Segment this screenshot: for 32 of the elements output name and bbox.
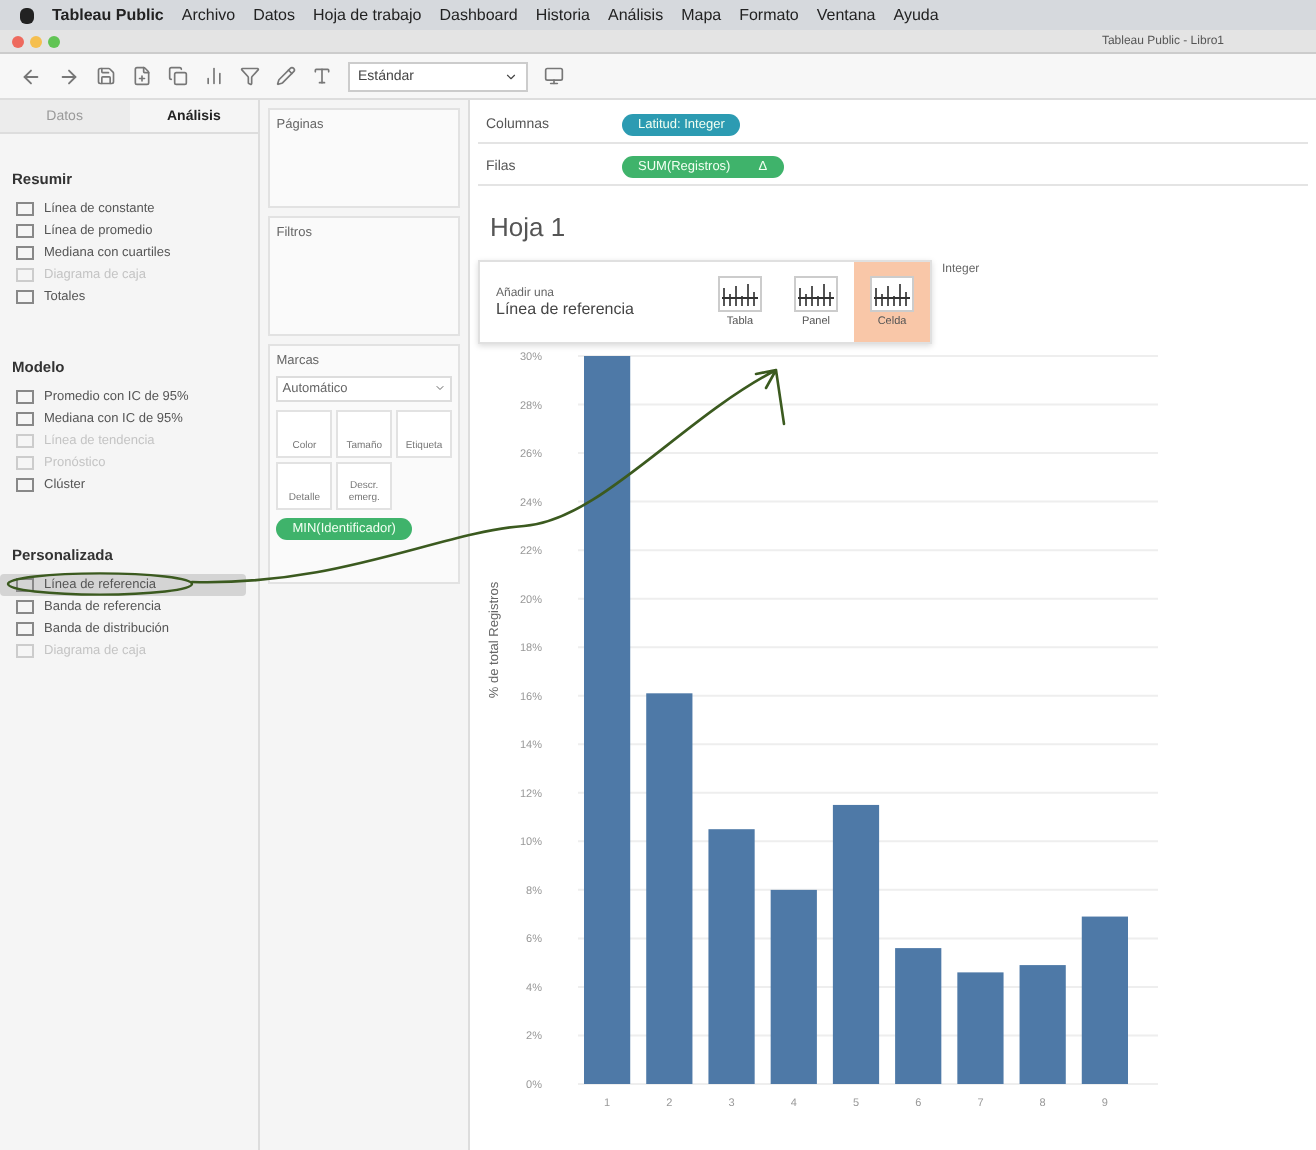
new-sheet-icon[interactable] — [132, 66, 152, 86]
bar-chart-icon — [870, 276, 914, 312]
sheet-title: Hoja 1 — [488, 210, 568, 246]
monitor-icon[interactable] — [544, 66, 564, 86]
menu-item[interactable]: Formato — [739, 6, 799, 24]
chevron-down-icon — [504, 69, 518, 83]
save-icon[interactable] — [96, 66, 116, 86]
close-icon[interactable] — [12, 35, 24, 47]
menu-item[interactable]: Ayuda — [893, 6, 939, 24]
bar-chart-icon[interactable] — [204, 66, 224, 86]
menu-item[interactable]: Datos — [253, 6, 295, 24]
bar — [1019, 965, 1066, 1084]
menu-item[interactable]: Análisis — [608, 6, 664, 24]
chevron-down-icon — [434, 382, 446, 394]
filter-icon[interactable] — [240, 66, 260, 86]
menu-item[interactable]: Archivo — [181, 6, 236, 24]
text-icon[interactable] — [312, 66, 332, 86]
back-icon[interactable] — [20, 65, 42, 87]
app-menu[interactable]: Tableau Public — [52, 6, 164, 24]
forward-icon[interactable] — [58, 65, 80, 87]
menu-item[interactable]: Dashboard — [439, 6, 518, 24]
menu-item[interactable]: Mapa — [681, 6, 722, 24]
bar-chart-icon — [794, 276, 838, 312]
bar — [957, 972, 1004, 1084]
menu-item[interactable]: Historia — [535, 6, 590, 24]
bar — [895, 948, 942, 1084]
menu-item[interactable]: Hoja de trabajo — [312, 6, 422, 24]
menu-title: Línea de referencia — [496, 299, 636, 317]
duplicate-icon[interactable] — [168, 66, 188, 86]
bar-chart-icon — [718, 276, 762, 312]
menu-item[interactable]: Ventana — [816, 6, 876, 24]
pencil-icon[interactable] — [276, 66, 296, 86]
